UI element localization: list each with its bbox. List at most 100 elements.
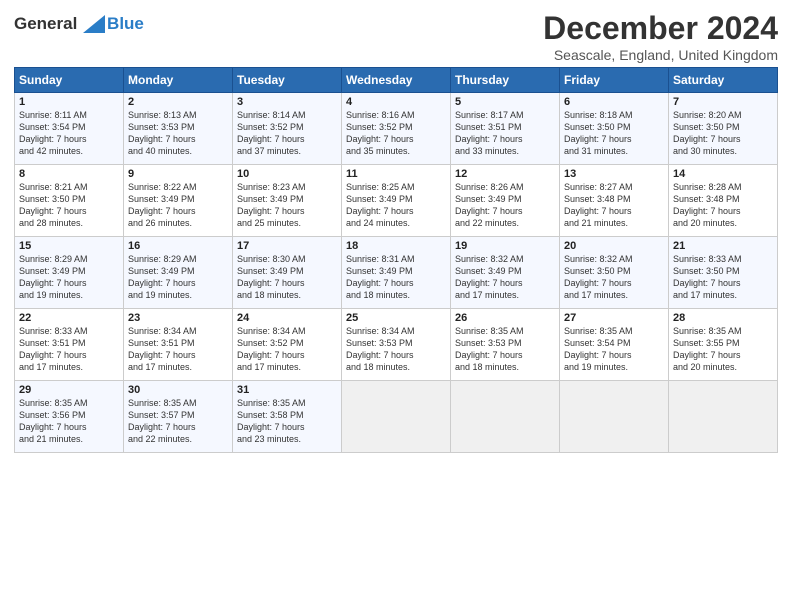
cell-details: Sunrise: 8:35 AMSunset: 3:54 PMDaylight:… [564,325,664,374]
calendar-cell: 20Sunrise: 8:32 AMSunset: 3:50 PMDayligh… [560,237,669,309]
logo: General Blue [14,14,144,34]
day-number: 1 [19,96,119,108]
cell-details: Sunrise: 8:16 AMSunset: 3:52 PMDaylight:… [346,109,446,158]
cell-details: Sunrise: 8:34 AMSunset: 3:52 PMDaylight:… [237,325,337,374]
day-number: 2 [128,96,228,108]
month-title: December 2024 [543,10,778,47]
logo-icon [83,15,105,33]
day-number: 29 [19,384,119,396]
logo-blue: Blue [107,14,144,34]
cell-details: Sunrise: 8:31 AMSunset: 3:49 PMDaylight:… [346,253,446,302]
calendar-cell: 17Sunrise: 8:30 AMSunset: 3:49 PMDayligh… [233,237,342,309]
page-container: General Blue December 2024 Seascale, Eng… [0,0,792,463]
calendar-cell: 31Sunrise: 8:35 AMSunset: 3:58 PMDayligh… [233,381,342,453]
week-row-1: 1Sunrise: 8:11 AMSunset: 3:54 PMDaylight… [15,93,778,165]
cell-details: Sunrise: 8:14 AMSunset: 3:52 PMDaylight:… [237,109,337,158]
cell-details: Sunrise: 8:22 AMSunset: 3:49 PMDaylight:… [128,181,228,230]
calendar-cell: 7Sunrise: 8:20 AMSunset: 3:50 PMDaylight… [669,93,778,165]
cell-details: Sunrise: 8:33 AMSunset: 3:51 PMDaylight:… [19,325,119,374]
day-number: 3 [237,96,337,108]
day-number: 24 [237,312,337,324]
calendar-cell [451,381,560,453]
cell-details: Sunrise: 8:32 AMSunset: 3:50 PMDaylight:… [564,253,664,302]
calendar-cell: 3Sunrise: 8:14 AMSunset: 3:52 PMDaylight… [233,93,342,165]
day-number: 13 [564,168,664,180]
logo-general: General [14,14,77,33]
calendar-cell: 27Sunrise: 8:35 AMSunset: 3:54 PMDayligh… [560,309,669,381]
calendar-cell: 4Sunrise: 8:16 AMSunset: 3:52 PMDaylight… [342,93,451,165]
calendar-cell: 29Sunrise: 8:35 AMSunset: 3:56 PMDayligh… [15,381,124,453]
calendar-header-row: SundayMondayTuesdayWednesdayThursdayFrid… [15,68,778,93]
day-number: 20 [564,240,664,252]
day-number: 31 [237,384,337,396]
calendar-cell: 19Sunrise: 8:32 AMSunset: 3:49 PMDayligh… [451,237,560,309]
calendar-cell: 11Sunrise: 8:25 AMSunset: 3:49 PMDayligh… [342,165,451,237]
day-number: 10 [237,168,337,180]
day-number: 27 [564,312,664,324]
cell-details: Sunrise: 8:27 AMSunset: 3:48 PMDaylight:… [564,181,664,230]
header-day-thursday: Thursday [451,68,560,93]
day-number: 5 [455,96,555,108]
header-day-monday: Monday [124,68,233,93]
week-row-4: 22Sunrise: 8:33 AMSunset: 3:51 PMDayligh… [15,309,778,381]
day-number: 14 [673,168,773,180]
day-number: 22 [19,312,119,324]
day-number: 17 [237,240,337,252]
cell-details: Sunrise: 8:34 AMSunset: 3:53 PMDaylight:… [346,325,446,374]
location-subtitle: Seascale, England, United Kingdom [543,47,778,63]
day-number: 9 [128,168,228,180]
calendar-cell: 30Sunrise: 8:35 AMSunset: 3:57 PMDayligh… [124,381,233,453]
cell-details: Sunrise: 8:25 AMSunset: 3:49 PMDaylight:… [346,181,446,230]
calendar-cell: 5Sunrise: 8:17 AMSunset: 3:51 PMDaylight… [451,93,560,165]
cell-details: Sunrise: 8:35 AMSunset: 3:58 PMDaylight:… [237,397,337,446]
header-day-tuesday: Tuesday [233,68,342,93]
calendar-cell: 22Sunrise: 8:33 AMSunset: 3:51 PMDayligh… [15,309,124,381]
calendar-cell: 12Sunrise: 8:26 AMSunset: 3:49 PMDayligh… [451,165,560,237]
calendar-cell: 15Sunrise: 8:29 AMSunset: 3:49 PMDayligh… [15,237,124,309]
day-number: 7 [673,96,773,108]
calendar-cell: 6Sunrise: 8:18 AMSunset: 3:50 PMDaylight… [560,93,669,165]
day-number: 8 [19,168,119,180]
cell-details: Sunrise: 8:28 AMSunset: 3:48 PMDaylight:… [673,181,773,230]
calendar-cell: 25Sunrise: 8:34 AMSunset: 3:53 PMDayligh… [342,309,451,381]
cell-details: Sunrise: 8:35 AMSunset: 3:53 PMDaylight:… [455,325,555,374]
calendar-cell [342,381,451,453]
calendar-cell: 18Sunrise: 8:31 AMSunset: 3:49 PMDayligh… [342,237,451,309]
cell-details: Sunrise: 8:20 AMSunset: 3:50 PMDaylight:… [673,109,773,158]
week-row-3: 15Sunrise: 8:29 AMSunset: 3:49 PMDayligh… [15,237,778,309]
cell-details: Sunrise: 8:35 AMSunset: 3:57 PMDaylight:… [128,397,228,446]
day-number: 25 [346,312,446,324]
calendar-cell: 9Sunrise: 8:22 AMSunset: 3:49 PMDaylight… [124,165,233,237]
calendar-cell: 21Sunrise: 8:33 AMSunset: 3:50 PMDayligh… [669,237,778,309]
week-row-2: 8Sunrise: 8:21 AMSunset: 3:50 PMDaylight… [15,165,778,237]
week-row-5: 29Sunrise: 8:35 AMSunset: 3:56 PMDayligh… [15,381,778,453]
title-block: December 2024 Seascale, England, United … [543,10,778,63]
header-day-sunday: Sunday [15,68,124,93]
cell-details: Sunrise: 8:35 AMSunset: 3:56 PMDaylight:… [19,397,119,446]
day-number: 26 [455,312,555,324]
day-number: 16 [128,240,228,252]
day-number: 11 [346,168,446,180]
cell-details: Sunrise: 8:30 AMSunset: 3:49 PMDaylight:… [237,253,337,302]
day-number: 12 [455,168,555,180]
cell-details: Sunrise: 8:29 AMSunset: 3:49 PMDaylight:… [19,253,119,302]
calendar-cell [560,381,669,453]
header-day-saturday: Saturday [669,68,778,93]
calendar-cell: 28Sunrise: 8:35 AMSunset: 3:55 PMDayligh… [669,309,778,381]
header: General Blue December 2024 Seascale, Eng… [14,10,778,63]
calendar-cell: 24Sunrise: 8:34 AMSunset: 3:52 PMDayligh… [233,309,342,381]
day-number: 19 [455,240,555,252]
cell-details: Sunrise: 8:32 AMSunset: 3:49 PMDaylight:… [455,253,555,302]
cell-details: Sunrise: 8:18 AMSunset: 3:50 PMDaylight:… [564,109,664,158]
cell-details: Sunrise: 8:21 AMSunset: 3:50 PMDaylight:… [19,181,119,230]
calendar-cell: 13Sunrise: 8:27 AMSunset: 3:48 PMDayligh… [560,165,669,237]
cell-details: Sunrise: 8:11 AMSunset: 3:54 PMDaylight:… [19,109,119,158]
day-number: 6 [564,96,664,108]
day-number: 4 [346,96,446,108]
cell-details: Sunrise: 8:33 AMSunset: 3:50 PMDaylight:… [673,253,773,302]
calendar-cell: 2Sunrise: 8:13 AMSunset: 3:53 PMDaylight… [124,93,233,165]
day-number: 30 [128,384,228,396]
day-number: 18 [346,240,446,252]
cell-details: Sunrise: 8:35 AMSunset: 3:55 PMDaylight:… [673,325,773,374]
cell-details: Sunrise: 8:26 AMSunset: 3:49 PMDaylight:… [455,181,555,230]
